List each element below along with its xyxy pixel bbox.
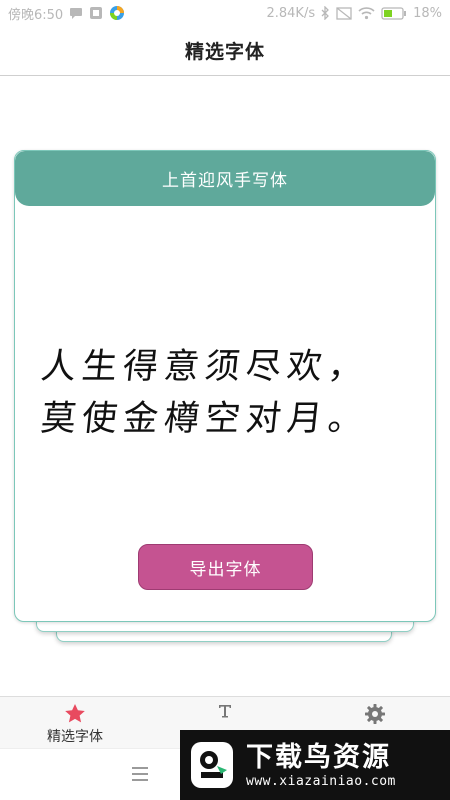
network-speed: 2.84K/s bbox=[266, 5, 316, 21]
sim-icon bbox=[336, 6, 352, 20]
font-name: 上首迎风手写体 bbox=[162, 171, 288, 191]
font-card[interactable]: 上首迎风手写体 人生得意须尽欢， 莫使金樽空对月。 导出字体 bbox=[14, 150, 436, 622]
menu-icon[interactable] bbox=[132, 767, 148, 781]
app-bar: 精选字体 bbox=[0, 26, 450, 76]
preview-line-2: 莫使金樽空对月。 bbox=[38, 399, 372, 439]
gear-icon bbox=[364, 703, 386, 725]
watermark-logo-icon bbox=[188, 739, 236, 791]
preview-line-1: 人生得意须尽欢， bbox=[38, 347, 372, 387]
bluetooth-icon bbox=[321, 6, 330, 20]
notification-icon bbox=[89, 6, 103, 20]
status-bar: 傍晚6:50 2.84K/s 18% bbox=[0, 0, 450, 26]
message-icon bbox=[69, 7, 83, 20]
app-icon bbox=[109, 5, 125, 21]
star-icon bbox=[64, 703, 86, 724]
watermark-url: www.xiazainiao.com bbox=[246, 773, 396, 789]
font-card-header: 上首迎风手写体 bbox=[15, 151, 435, 206]
status-bar-left: 傍晚6:50 bbox=[8, 4, 125, 23]
battery-icon bbox=[381, 6, 407, 20]
export-font-button[interactable]: 导出字体 bbox=[138, 544, 313, 590]
battery-percent: 18% bbox=[413, 5, 442, 21]
font-preview: 人生得意须尽欢， 莫使金樽空对月。 bbox=[38, 341, 421, 445]
page-title: 精选字体 bbox=[184, 41, 265, 63]
nav-item-featured-fonts[interactable]: 精选字体 bbox=[0, 697, 150, 748]
watermark-title: 下载鸟资源 bbox=[246, 741, 391, 773]
text-icon bbox=[217, 703, 233, 719]
status-bar-right: 2.84K/s 18% bbox=[266, 6, 442, 21]
nav-label-featured-fonts: 精选字体 bbox=[47, 729, 103, 745]
watermark-text: 下载鸟资源 www.xiazainiao.com bbox=[246, 742, 396, 789]
watermark: 下载鸟资源 www.xiazainiao.com bbox=[180, 730, 450, 800]
wifi-icon bbox=[358, 6, 375, 20]
status-time: 傍晚6:50 bbox=[8, 7, 64, 23]
